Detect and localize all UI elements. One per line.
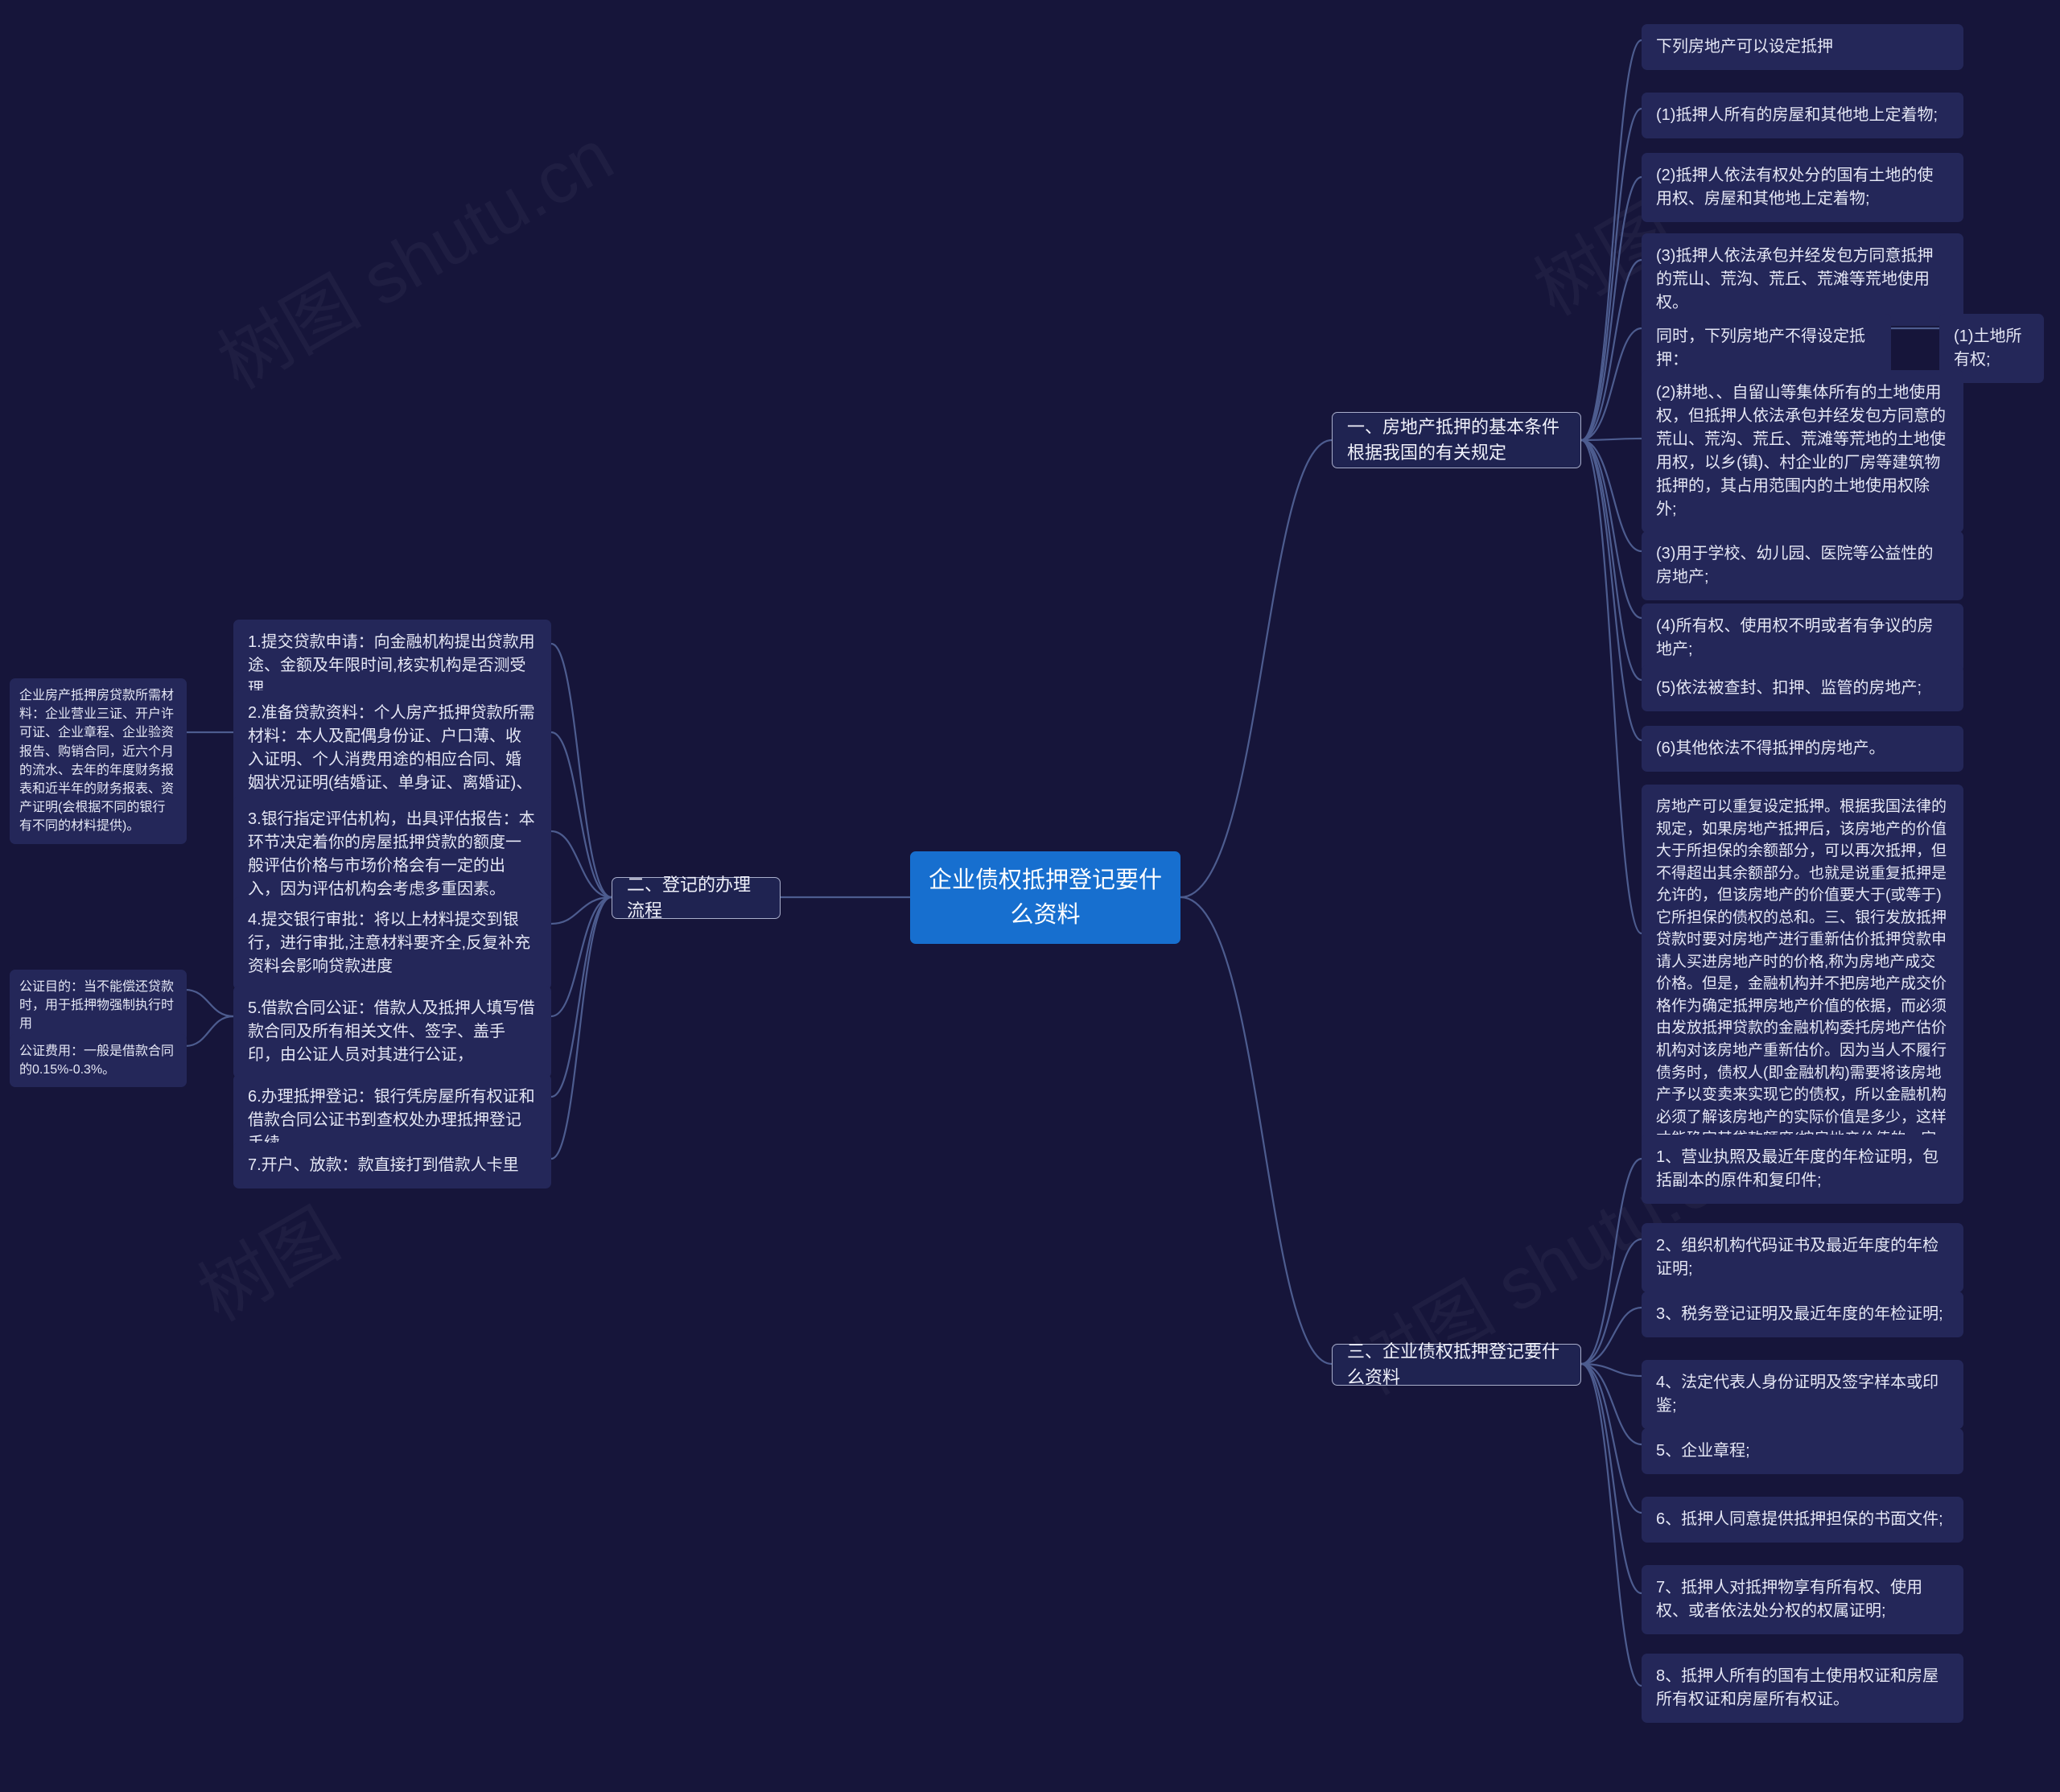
s2-item-5-sub-b[interactable]: 公证费用：一般是借款合同的0.15%-0.3%。 bbox=[10, 1034, 187, 1087]
s3-item-4[interactable]: 4、法定代表人身份证明及签字样本或印鉴; bbox=[1642, 1360, 1963, 1429]
s3-item-7-text: 7、抵押人对抵押物享有所有权、使用权、或者依法处分权的权属证明; bbox=[1656, 1579, 1922, 1620]
s3-item-3[interactable]: 3、税务登记证明及最近年度的年检证明; bbox=[1642, 1291, 1963, 1337]
s1-item-8[interactable]: (4)所有权、使用权不明或者有争议的房地产; bbox=[1642, 604, 1963, 673]
s2-item-2-sub-text: 企业房产抵押房贷款所需材料：企业营业三证、开户许可证、企业章程、企业验资报告、购… bbox=[19, 689, 174, 833]
root-text: 企业债权抵押登记要什么资料 bbox=[929, 863, 1162, 931]
s1-item-3[interactable]: (2)抵押人依法有权处分的国有土地的使用权、房屋和其他地上定着物; bbox=[1642, 153, 1963, 222]
s3-item-3-text: 3、税务登记证明及最近年度的年检证明; bbox=[1656, 1305, 1943, 1323]
s3-item-5[interactable]: 5、企业章程; bbox=[1642, 1428, 1963, 1474]
watermark: 树图 shutu.cn bbox=[196, 98, 628, 408]
s1-item-10-text: (6)其他依法不得抵押的房地产。 bbox=[1656, 739, 1885, 757]
section-2-title: 二、登记的办理流程 bbox=[627, 872, 765, 924]
s2-item-5-sub-a-text: 公证目的：当不能偿还贷款时，用于抵押物强制执行时用 bbox=[19, 980, 174, 1031]
section-3[interactable]: 三、企业债权抵押登记要什么资料 bbox=[1332, 1344, 1581, 1386]
s1-item-7[interactable]: (3)用于学校、幼儿园、医院等公益性的房地产; bbox=[1642, 531, 1963, 600]
s3-item-4-text: 4、法定代表人身份证明及签字样本或印鉴; bbox=[1656, 1374, 1938, 1415]
s1-item-9[interactable]: (5)依法被查封、扣押、监管的房地产; bbox=[1642, 665, 1963, 711]
section-1-title: 一、房地产抵押的基本条件根据我国的有关规定 bbox=[1347, 414, 1566, 466]
s1-item-11-text: 房地产可以重复设定抵押。根据我国法律的规定，如果房地产抵押后，该房地产的价值大于… bbox=[1656, 798, 1947, 1170]
s2-item-5[interactable]: 5.借款合同公证：借款人及抵押人填写借款合同及所有相关文件、签字、盖手印，由公证… bbox=[233, 986, 551, 1078]
s2-item-3[interactable]: 3.银行指定评估机构，出具评估报告：本环节决定着你的房屋抵押贷款的额度一般评估价… bbox=[233, 797, 551, 912]
s2-item-5-sub-b-text: 公证费用：一般是借款合同的0.15%-0.3%。 bbox=[19, 1044, 174, 1077]
s1-item-5-text: 同时，下列房地产不得设定抵押： bbox=[1656, 328, 1865, 369]
s2-item-4-text: 4.提交银行审批：将以上材料提交到银行，进行审批,注意材料要齐全,反复补充资料会… bbox=[248, 911, 530, 975]
s3-item-1[interactable]: 1、营业执照及最近年度的年检证明，包括副本的原件和复印件; bbox=[1642, 1135, 1963, 1204]
s2-item-1-text: 1.提交贷款申请：向金融机构提出贷款用途、金额及年限时间,核实机构是否测受理 bbox=[248, 633, 535, 698]
s1-item-2-text: (1)抵押人所有的房屋和其他地上定着物; bbox=[1656, 106, 1938, 124]
s2-item-3-text: 3.银行指定评估机构，出具评估报告：本环节决定着你的房屋抵押贷款的额度一般评估价… bbox=[248, 810, 535, 898]
s1-item-3-text: (2)抵押人依法有权处分的国有土地的使用权、房屋和其他地上定着物; bbox=[1656, 167, 1933, 208]
s3-item-2[interactable]: 2、组织机构代码证书及最近年度的年检证明; bbox=[1642, 1223, 1963, 1292]
s1-item-9-text: (5)依法被查封、扣押、监管的房地产; bbox=[1656, 679, 1922, 697]
s3-item-5-text: 5、企业章程; bbox=[1656, 1442, 1750, 1460]
s1-item-8-text: (4)所有权、使用权不明或者有争议的房地产; bbox=[1656, 617, 1933, 658]
s2-item-5-text: 5.借款合同公证：借款人及抵押人填写借款合同及所有相关文件、签字、盖手印，由公证… bbox=[248, 999, 535, 1064]
s2-item-2-sub[interactable]: 企业房产抵押房贷款所需材料：企业营业三证、开户许可证、企业章程、企业验资报告、购… bbox=[10, 678, 187, 844]
s1-item-10[interactable]: (6)其他依法不得抵押的房地产。 bbox=[1642, 726, 1963, 772]
s1-item-6[interactable]: (2)耕地、、自留山等集体所有的土地使用权，但抵押人依法承包并经发包方同意的荒山… bbox=[1642, 370, 1963, 533]
s1-item-4[interactable]: (3)抵押人依法承包并经发包方同意抵押的荒山、荒沟、荒丘、荒滩等荒地使用权。 bbox=[1642, 233, 1963, 326]
s1-item-4-text: (3)抵押人依法承包并经发包方同意抵押的荒山、荒沟、荒丘、荒滩等荒地使用权。 bbox=[1656, 247, 1933, 311]
s1-item-6-text: (2)耕地、、自留山等集体所有的土地使用权，但抵押人依法承包并经发包方同意的荒山… bbox=[1656, 384, 1946, 518]
s2-item-7-text: 7.开户、放款：款直接打到借款人卡里 bbox=[248, 1156, 519, 1174]
s3-item-8-text: 8、抵押人所有的国有土使用权证和房屋所有权证和房屋所有权证。 bbox=[1656, 1667, 1938, 1708]
s2-item-5-sub-a[interactable]: 公证目的：当不能偿还贷款时，用于抵押物强制执行时用 bbox=[10, 970, 187, 1042]
section-3-title: 三、企业债权抵押登记要什么资料 bbox=[1347, 1339, 1566, 1390]
s3-item-1-text: 1、营业执照及最近年度的年检证明，包括副本的原件和复印件; bbox=[1656, 1148, 1938, 1189]
s1-item-7-text: (3)用于学校、幼儿园、医院等公益性的房地产; bbox=[1656, 545, 1933, 586]
s3-item-7[interactable]: 7、抵押人对抵押物享有所有权、使用权、或者依法处分权的权属证明; bbox=[1642, 1565, 1963, 1634]
section-1[interactable]: 一、房地产抵押的基本条件根据我国的有关规定 bbox=[1332, 412, 1581, 468]
s2-item-4[interactable]: 4.提交银行审批：将以上材料提交到银行，进行审批,注意材料要齐全,反复补充资料会… bbox=[233, 897, 551, 990]
watermark: 树图 bbox=[177, 1178, 355, 1341]
s1-item-1[interactable]: 下列房地产可以设定抵押 bbox=[1642, 24, 1963, 70]
s3-item-8[interactable]: 8、抵押人所有的国有土使用权证和房屋所有权证和房屋所有权证。 bbox=[1642, 1654, 1963, 1723]
s3-item-2-text: 2、组织机构代码证书及最近年度的年检证明; bbox=[1656, 1237, 1938, 1278]
s3-item-6[interactable]: 6、抵押人同意提供抵押担保的书面文件; bbox=[1642, 1497, 1963, 1543]
section-2[interactable]: 二、登记的办理流程 bbox=[612, 877, 781, 919]
s1-item-1-text: 下列房地产可以设定抵押 bbox=[1656, 38, 1833, 56]
s1-item-11[interactable]: 房地产可以重复设定抵押。根据我国法律的规定，如果房地产抵押后，该房地产的价值大于… bbox=[1642, 785, 1963, 1184]
s1-item-5-sub-text: (1)土地所有权; bbox=[1954, 328, 2021, 369]
s2-item-7[interactable]: 7.开户、放款：款直接打到借款人卡里 bbox=[233, 1143, 551, 1188]
root-node[interactable]: 企业债权抵押登记要什么资料 bbox=[910, 851, 1180, 944]
s1-item-2[interactable]: (1)抵押人所有的房屋和其他地上定着物; bbox=[1642, 93, 1963, 138]
s3-item-6-text: 6、抵押人同意提供抵押担保的书面文件; bbox=[1656, 1510, 1943, 1528]
